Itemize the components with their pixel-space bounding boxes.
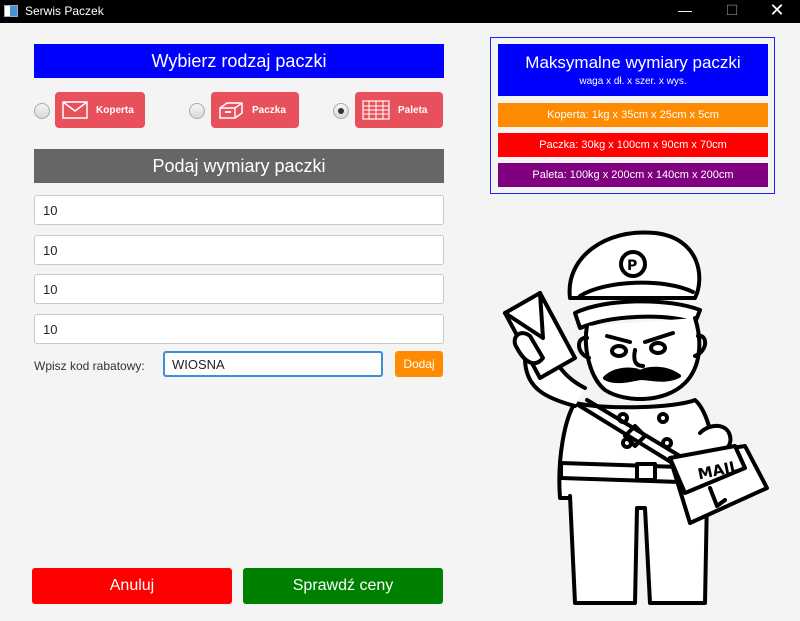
box-icon — [219, 102, 243, 119]
koperta-button[interactable]: Koperta — [55, 92, 145, 128]
add-discount-button[interactable]: Dodaj — [395, 351, 443, 377]
paczka-button[interactable]: Paczka — [211, 92, 299, 128]
koperta-label: Koperta — [96, 104, 134, 116]
discount-code-field[interactable] — [163, 351, 383, 377]
max-dimensions-header: Maksymalne wymiary paczki waga x dł. x s… — [498, 44, 768, 96]
paleta-button[interactable]: Paleta — [355, 92, 443, 128]
mailman-illustration: P MAIL — [503, 230, 769, 605]
limit-koperta: Koperta: 1kg x 35cm x 25cm x 5cm — [498, 103, 768, 127]
minimize-button[interactable]: — — [662, 0, 708, 23]
radio-koperta[interactable] — [34, 103, 50, 119]
width-field[interactable] — [34, 274, 444, 304]
height-field[interactable] — [34, 314, 444, 344]
discount-label: Wpisz kod rabatowy: — [34, 359, 145, 373]
radio-paczka[interactable] — [189, 103, 205, 119]
max-dimensions-title: Maksymalne wymiary paczki — [525, 53, 741, 72]
window-title: Serwis Paczek — [25, 4, 104, 18]
paczka-label: Paczka — [252, 104, 286, 116]
max-dimensions-panel: Maksymalne wymiary paczki waga x dł. x s… — [490, 37, 775, 194]
weight-field[interactable] — [34, 195, 444, 225]
pallet-icon — [362, 100, 390, 120]
dimensions-header: Podaj wymiary paczki — [34, 149, 444, 183]
maximize-button[interactable]: ☐ — [709, 0, 755, 23]
envelope-icon — [62, 101, 88, 119]
svg-text:P: P — [627, 258, 637, 274]
radio-paleta[interactable] — [333, 103, 349, 119]
limit-paleta: Paleta: 100kg x 200cm x 140cm x 200cm — [498, 163, 768, 187]
select-type-header: Wybierz rodzaj paczki — [34, 44, 444, 78]
cancel-button[interactable]: Anuluj — [32, 568, 232, 604]
limit-paczka: Paczka: 30kg x 100cm x 90cm x 70cm — [498, 133, 768, 157]
max-dimensions-subtitle: waga x dł. x szer. x wys. — [579, 76, 687, 87]
paleta-label: Paleta — [398, 104, 428, 116]
check-prices-button[interactable]: Sprawdź ceny — [243, 568, 443, 604]
close-button[interactable]: ✕ — [754, 0, 800, 23]
title-bar: Serwis Paczek — ☐ ✕ — [0, 0, 800, 23]
length-field[interactable] — [34, 235, 444, 265]
app-icon — [4, 5, 18, 17]
